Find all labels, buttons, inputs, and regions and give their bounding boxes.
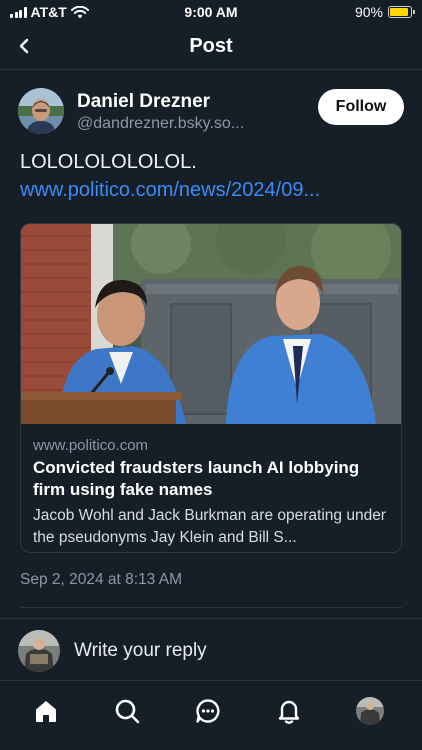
- back-button[interactable]: [12, 34, 36, 58]
- bell-icon: [278, 700, 300, 724]
- author-avatar-image: [18, 88, 64, 134]
- divider: [0, 618, 422, 619]
- tab-home[interactable]: [30, 695, 62, 727]
- status-time: 9:00 AM: [184, 4, 238, 20]
- battery-fill: [390, 8, 408, 16]
- tab-search[interactable]: [111, 695, 143, 727]
- divider: [20, 607, 402, 608]
- reply-input[interactable]: Write your reply: [74, 640, 207, 662]
- home-icon: [36, 701, 56, 722]
- profile-avatar: [356, 697, 384, 725]
- chat-icon: [196, 699, 220, 723]
- chevron-left-icon: [19, 38, 29, 54]
- status-bar: AT&T 9:00 AM 90%: [0, 0, 422, 24]
- tab-chat[interactable]: [192, 695, 224, 727]
- post-author-row: Daniel Drezner @dandrezner.bsky.so... Fo…: [18, 88, 404, 138]
- header: Post: [0, 24, 422, 70]
- page-title: Post: [189, 35, 233, 57]
- reply-composer[interactable]: Write your reply: [18, 628, 404, 674]
- link-card-description: Jacob Wohl and Jack Burkman are operatin…: [33, 507, 386, 546]
- author-handle[interactable]: @dandrezner.bsky.so...: [77, 115, 244, 133]
- follow-button[interactable]: Follow: [318, 89, 404, 125]
- author-avatar[interactable]: [18, 88, 64, 134]
- post-body: LOLOLOLOLOLOL.: [20, 151, 197, 173]
- search-icon: [115, 699, 140, 724]
- author-name[interactable]: Daniel Drezner: [77, 91, 210, 113]
- post-text: LOLOLOLOLOLOL. www.politico.com/news/202…: [20, 148, 404, 204]
- tab-notifications[interactable]: [273, 695, 305, 727]
- tab-profile[interactable]: [354, 695, 386, 727]
- link-preview-image: [21, 224, 401, 424]
- link-preview-card[interactable]: www.politico.com Convicted fraudsters la…: [20, 223, 402, 553]
- battery-icon: [388, 6, 415, 18]
- post-timestamp: Sep 2, 2024 at 8:13 AM: [20, 571, 183, 588]
- post-link[interactable]: www.politico.com/news/2024/09...: [20, 179, 320, 201]
- reply-avatar: [18, 630, 60, 672]
- link-card-title: Convicted fraudsters launch AI lobbying …: [33, 458, 360, 499]
- link-card-domain: www.politico.com: [33, 437, 149, 454]
- tab-bar: [0, 680, 422, 750]
